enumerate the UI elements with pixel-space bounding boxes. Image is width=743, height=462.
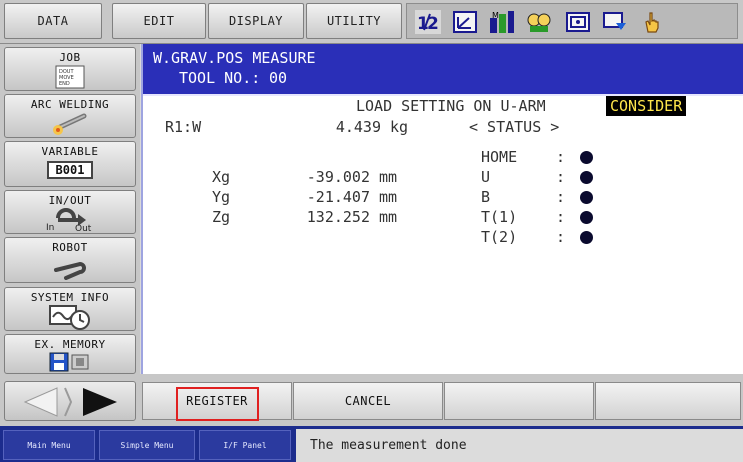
status-t2-label: T(2)	[481, 228, 518, 246]
svg-text:In: In	[46, 223, 54, 232]
page-title: W.GRAV.POS MEASURE	[153, 49, 316, 67]
in-out-icon: In Out	[46, 208, 92, 232]
status-t1-indicator	[580, 211, 593, 224]
status-t1-sep: :	[556, 208, 566, 226]
status-t1-label: T(1)	[481, 208, 518, 226]
xg-value: -39.002	[306, 168, 370, 186]
toolbar-icons: 1 2 M	[406, 3, 738, 39]
menu-variable-label: VARIABLE	[41, 145, 99, 158]
multi-window-icon[interactable]: 1 2	[415, 10, 441, 34]
system-info-icon	[49, 305, 90, 330]
page-nav-button[interactable]	[4, 381, 136, 421]
menu-ex-memory[interactable]: EX. MEMORY	[4, 334, 136, 374]
status-b-indicator	[580, 191, 593, 204]
menu-edit[interactable]: EDIT	[112, 3, 206, 39]
menu-display[interactable]: DISPLAY	[208, 3, 304, 39]
bottom-status-bar: Main Menu Simple Menu I/F Panel The meas…	[0, 426, 743, 462]
screen-header: W.GRAV.POS MEASURE TOOL NO.: 00	[143, 44, 743, 96]
simple-menu-tab[interactable]: Simple Menu	[99, 430, 195, 460]
menu-data[interactable]: DATA	[4, 3, 102, 39]
svg-text:Out: Out	[75, 224, 92, 232]
job-document-icon: DOUT MOVE END	[55, 65, 85, 89]
status-u-label: U	[481, 168, 491, 186]
menu-in-out[interactable]: IN/OUT In Out	[4, 190, 136, 234]
menu-job[interactable]: JOB DOUT MOVE END	[4, 47, 136, 91]
yg-value: -21.407	[306, 188, 370, 206]
xg-label: Xg	[212, 168, 231, 186]
menu-system-info[interactable]: SYSTEM INFO	[4, 287, 136, 331]
menu-variable[interactable]: VARIABLE B001	[4, 141, 136, 187]
cancel-button[interactable]: CANCEL	[293, 382, 443, 420]
function-button-row: REGISTER CANCEL	[0, 374, 743, 426]
status-u-sep: :	[556, 168, 566, 186]
menu-system-info-label: SYSTEM INFO	[30, 291, 110, 304]
function-key-3[interactable]	[444, 382, 594, 420]
zg-unit: mm	[379, 208, 398, 226]
yg-unit: mm	[379, 188, 398, 206]
svg-text:END: END	[59, 81, 70, 87]
yg-label: Yg	[212, 188, 231, 206]
load-setting-label: LOAD SETTING ON U-ARM	[356, 97, 546, 115]
tool-no-value[interactable]: 00	[269, 69, 287, 87]
register-button[interactable]: REGISTER	[142, 382, 292, 420]
status-b-sep: :	[556, 188, 566, 206]
robot-group-icon[interactable]	[526, 10, 552, 34]
top-menu-bar: DATA EDIT DISPLAY UTILITY 1 2 M	[0, 0, 743, 44]
menu-robot[interactable]: ROBOT	[4, 237, 136, 283]
status-home-sep: :	[556, 148, 566, 166]
tool-no-label: TOOL NO.:	[179, 69, 261, 87]
status-home-indicator	[580, 151, 593, 164]
load-setting-value[interactable]: CONSIDER	[606, 96, 687, 116]
status-title: < STATUS >	[469, 118, 560, 136]
weight-unit: kg	[390, 118, 409, 136]
weight-value: 4.439	[335, 118, 381, 136]
variable-icon: B001	[47, 161, 93, 179]
xg-unit: mm	[379, 168, 398, 186]
coordinate-icon[interactable]	[452, 10, 478, 34]
status-t2-indicator	[580, 231, 593, 244]
menu-arc-welding[interactable]: ARC WELDING	[4, 94, 136, 138]
main-menu-tab[interactable]: Main Menu	[3, 430, 95, 460]
main-screen: W.GRAV.POS MEASURE TOOL NO.: 00 LOAD SET…	[141, 44, 743, 374]
left-main-menu: JOB DOUT MOVE END ARC WELDING VARIABLE B…	[0, 44, 140, 374]
welding-torch-icon	[53, 113, 87, 135]
floppy-disk-icon	[49, 352, 89, 372]
screen-icon[interactable]	[602, 10, 628, 34]
menu-arc-welding-label: ARC WELDING	[30, 98, 110, 111]
tool-icon[interactable]: M	[489, 10, 515, 34]
if-panel-tab[interactable]: I/F Panel	[199, 430, 291, 460]
measure-content: LOAD SETTING ON U-ARM CONSIDER R1:W 4.43…	[143, 96, 743, 374]
zg-value: 132.252	[306, 208, 370, 226]
menu-job-label: JOB	[59, 51, 81, 64]
status-u-indicator	[580, 171, 593, 184]
svg-text:M: M	[492, 11, 499, 20]
menu-robot-label: ROBOT	[52, 241, 88, 254]
camera-icon[interactable]	[565, 10, 591, 34]
hand-pointer-icon[interactable]	[639, 10, 665, 34]
robot-arm-icon	[54, 261, 86, 280]
status-home-label: HOME	[481, 148, 518, 166]
zg-label: Zg	[212, 208, 231, 226]
status-message: The measurement done	[296, 429, 743, 462]
menu-utility[interactable]: UTILITY	[306, 3, 402, 39]
function-key-4[interactable]	[595, 382, 741, 420]
page-arrows-icon	[23, 387, 117, 417]
weight-label: R1:W	[165, 118, 202, 136]
status-b-label: B	[481, 188, 491, 206]
menu-ex-memory-label: EX. MEMORY	[34, 338, 106, 351]
status-t2-sep: :	[556, 228, 566, 246]
